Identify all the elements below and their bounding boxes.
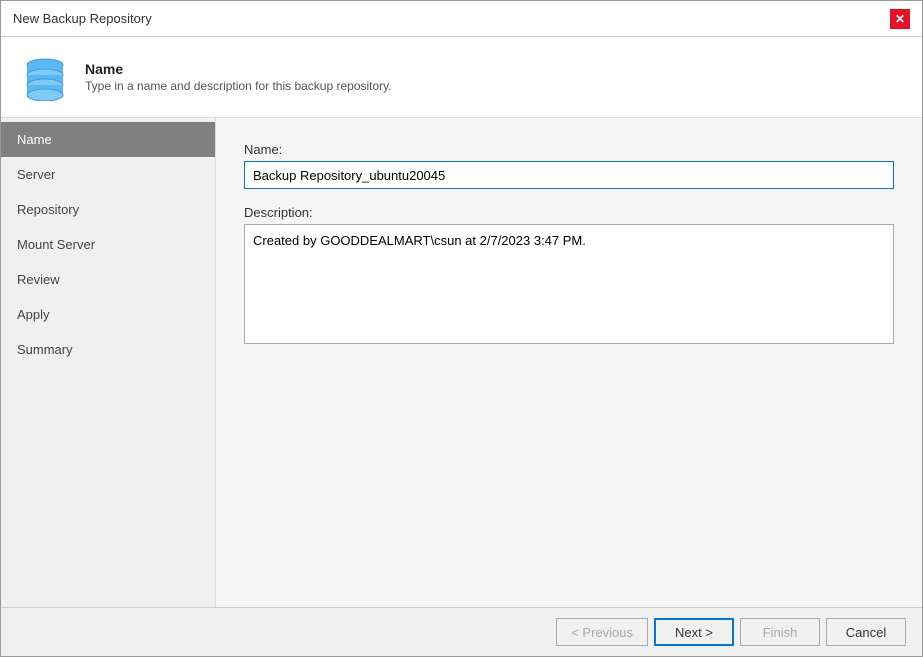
sidebar-item-summary[interactable]: Summary	[1, 332, 215, 367]
description-field-group: Description:	[244, 205, 894, 347]
sidebar-item-name[interactable]: Name	[1, 122, 215, 157]
database-icon	[21, 53, 69, 101]
sidebar-item-apply[interactable]: Apply	[1, 297, 215, 332]
finish-button[interactable]: Finish	[740, 618, 820, 646]
dialog: New Backup Repository ✕ Name Type in a n…	[0, 0, 923, 657]
sidebar-item-server[interactable]: Server	[1, 157, 215, 192]
description-textarea[interactable]	[244, 224, 894, 344]
sidebar: Name Server Repository Mount Server Revi…	[1, 118, 216, 607]
dialog-title: New Backup Repository	[13, 11, 152, 26]
main-content: Name: Description:	[216, 118, 922, 607]
header-text: Name Type in a name and description for …	[85, 61, 392, 93]
sidebar-item-review[interactable]: Review	[1, 262, 215, 297]
close-button[interactable]: ✕	[890, 9, 910, 29]
name-field-group: Name:	[244, 142, 894, 189]
sidebar-item-mount-server[interactable]: Mount Server	[1, 227, 215, 262]
name-input[interactable]	[244, 161, 894, 189]
description-label: Description:	[244, 205, 894, 220]
previous-button[interactable]: < Previous	[556, 618, 648, 646]
sidebar-item-repository[interactable]: Repository	[1, 192, 215, 227]
title-bar: New Backup Repository ✕	[1, 1, 922, 37]
name-label: Name:	[244, 142, 894, 157]
footer: < Previous Next > Finish Cancel	[1, 607, 922, 656]
content-area: Name Server Repository Mount Server Revi…	[1, 118, 922, 607]
next-button[interactable]: Next >	[654, 618, 734, 646]
header-title: Name	[85, 61, 392, 77]
header-description: Type in a name and description for this …	[85, 79, 392, 93]
cancel-button[interactable]: Cancel	[826, 618, 906, 646]
header-section: Name Type in a name and description for …	[1, 37, 922, 118]
